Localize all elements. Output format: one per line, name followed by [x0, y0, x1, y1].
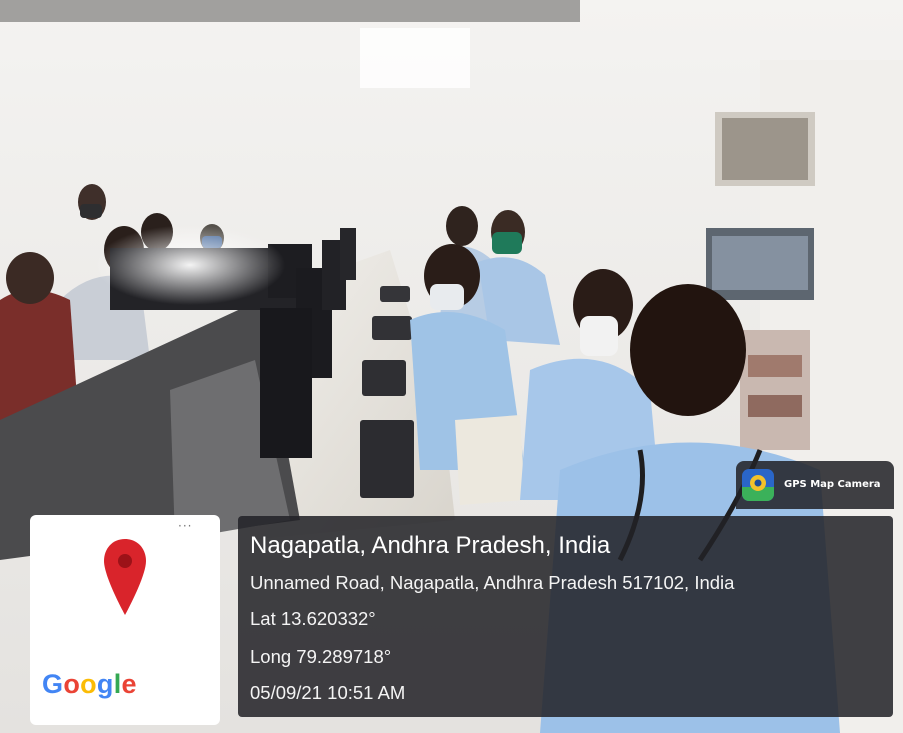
person-head	[6, 252, 54, 304]
shelf	[740, 330, 810, 450]
latitude: Lat 13.620332°	[250, 608, 376, 629]
google-logo: Google	[42, 669, 137, 700]
keyboard	[380, 286, 410, 302]
chair	[455, 415, 525, 505]
poster-panel	[712, 236, 808, 290]
google-logo-letter: o	[63, 669, 81, 699]
location-address: Unnamed Road, Nagapatla, Andhra Pradesh …	[250, 572, 735, 593]
keyboard	[372, 316, 412, 340]
shelf-item	[748, 355, 802, 377]
gps-camera-app-icon	[742, 469, 774, 501]
keyboard	[360, 420, 414, 498]
google-logo-letter: e	[121, 669, 137, 699]
window-glare	[95, 225, 285, 305]
timestamp: 05/09/21 10:51 AM	[250, 682, 406, 703]
person-head	[630, 284, 746, 416]
person-mask	[580, 316, 618, 356]
google-logo-letter: l	[113, 669, 122, 699]
person-mask	[80, 204, 102, 218]
person-head	[446, 206, 478, 246]
google-logo-letter: G	[42, 669, 64, 699]
shelf-item	[748, 395, 802, 417]
longitude: Long 79.289718°	[250, 646, 392, 667]
google-logo-letter: g	[96, 669, 114, 699]
map-card[interactable]: ··· Google	[30, 515, 220, 725]
location-title: Nagapatla, Andhra Pradesh, India	[250, 532, 611, 559]
app-label: GPS Map Camera	[784, 479, 881, 490]
keyboard	[362, 360, 406, 396]
google-logo-letter: o	[80, 669, 97, 699]
ceiling-strip	[0, 0, 580, 22]
monitor	[260, 308, 312, 458]
person-mask	[430, 284, 464, 310]
monitor	[340, 228, 356, 280]
person-mask	[492, 232, 522, 254]
more-options-icon[interactable]: ···	[178, 519, 192, 533]
app-badge: GPS Map Camera	[736, 461, 894, 509]
ceiling-light	[360, 28, 470, 88]
picture-content	[722, 118, 808, 180]
location-info-panel: Nagapatla, Andhra Pradesh, India Unnamed…	[238, 516, 893, 717]
map-pin-icon	[104, 539, 146, 615]
